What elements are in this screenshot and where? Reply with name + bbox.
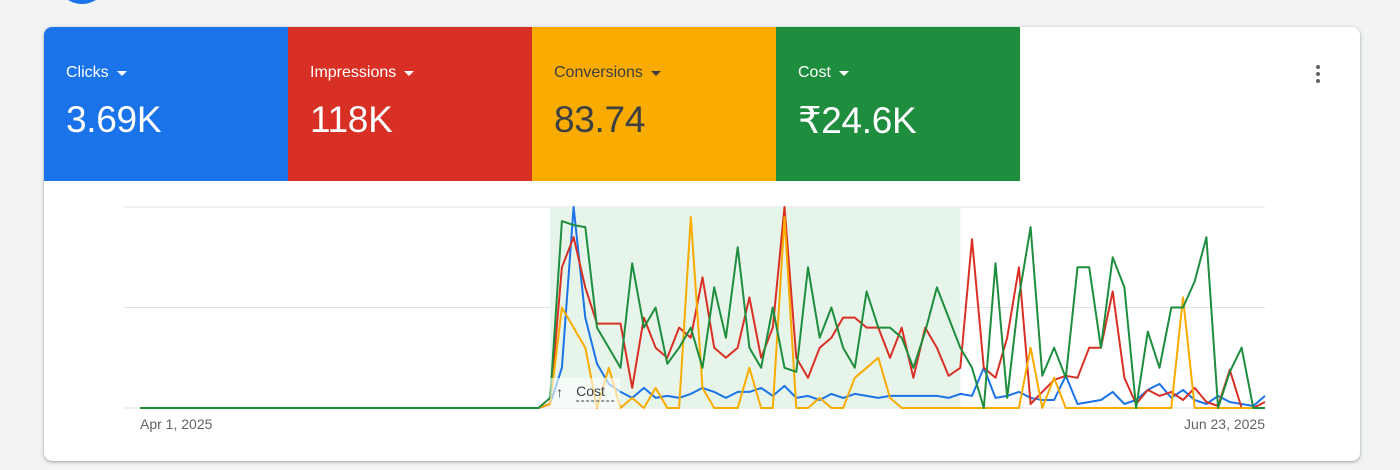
arrow-up-icon: ↑ (556, 384, 563, 400)
metric-label: Clicks (66, 64, 109, 81)
metric-tile-header: Impressions (310, 63, 532, 83)
more-vert-icon[interactable] (1306, 63, 1330, 89)
annotation-label: Cost (576, 383, 605, 399)
avatar[interactable] (56, 0, 108, 4)
caret-down-icon[interactable] (650, 70, 661, 76)
metric-tile-header: Cost (798, 63, 1020, 83)
metric-tile-header: Clicks (66, 63, 288, 83)
metric-label: Cost (798, 64, 831, 81)
metric-value: 3.69K (66, 99, 162, 140)
performance-chart: ↑ Cost Apr 1, 2025 Jun 23, 2025 (124, 206, 1266, 432)
metric-label: Impressions (310, 64, 397, 81)
x-axis-start-label: Apr 1, 2025 (140, 416, 213, 432)
metric-tile-header: Conversions (554, 63, 776, 83)
metric-tile-impressions[interactable]: Impressions 118K (288, 27, 532, 181)
metric-label: Conversions (554, 64, 643, 81)
metric-value: 83.74 (554, 99, 646, 140)
caret-down-icon[interactable] (404, 70, 415, 76)
metric-tiles: Clicks 3.69K Impressions 118K Conversion… (44, 27, 1020, 181)
x-axis-end-label: Jun 23, 2025 (1184, 416, 1265, 432)
caret-down-icon[interactable] (838, 70, 849, 76)
performance-card: Clicks 3.69K Impressions 118K Conversion… (44, 27, 1360, 461)
cost-annotation[interactable]: ↑ Cost (550, 378, 621, 408)
metric-value: ₹24.6K (798, 100, 917, 141)
metric-value: 118K (310, 99, 393, 140)
caret-down-icon[interactable] (116, 70, 127, 76)
metric-tile-conversions[interactable]: Conversions 83.74 (532, 27, 776, 181)
metric-tile-cost[interactable]: Cost ₹24.6K (776, 27, 1020, 181)
metric-tile-clicks[interactable]: Clicks 3.69K (44, 27, 288, 181)
